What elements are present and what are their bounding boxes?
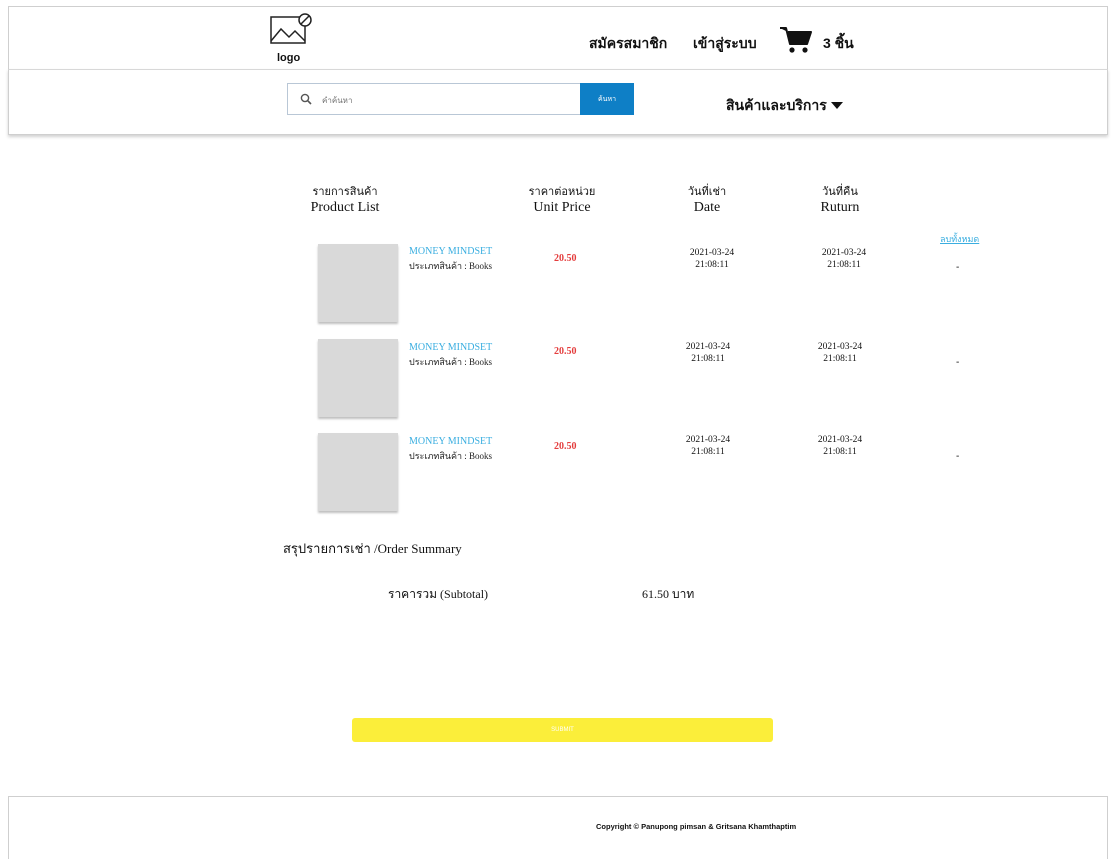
subtotal-value: 61.50 บาท	[642, 587, 695, 601]
product-name[interactable]: MONEY MINDSET	[409, 246, 492, 257]
product-price: 20.50	[554, 346, 577, 357]
submit-button[interactable]: SUBMIT	[352, 718, 773, 742]
rent-date-time: 21:08:11	[691, 354, 725, 364]
return-date: 2021-03-24 21:08:11	[809, 247, 879, 271]
search-icon	[300, 93, 312, 105]
return-date-time: 21:08:11	[823, 354, 857, 364]
product-type: ประเภทสินค้า : Books	[409, 261, 493, 271]
header-date-th: วันที่เช่า	[687, 186, 727, 198]
header-product-th: รายการสินค้า	[312, 186, 378, 198]
header-return-en: Ruturn	[820, 200, 860, 215]
product-thumbnail[interactable]	[318, 244, 398, 322]
return-date-time: 21:08:11	[823, 447, 857, 457]
order-summary-title: สรุปรายการเช่า /Order Summary	[283, 541, 462, 556]
row-action[interactable]: -	[956, 451, 959, 462]
product-thumbnail[interactable]	[318, 433, 398, 511]
header-return-th: วันที่คืน	[822, 186, 858, 198]
logo-label: logo	[277, 52, 301, 64]
return-date-time: 21:08:11	[827, 260, 861, 270]
register-link[interactable]: สมัครสมาชิก	[589, 33, 667, 55]
rent-date: 2021-03-24 21:08:11	[673, 434, 743, 458]
copyright-text: Copyright © Panupong pimsan & Gritsana K…	[596, 822, 797, 831]
search-button[interactable]: ค้นหา	[580, 83, 634, 115]
table-row: MONEY MINDSET ประเภทสินค้า : Books 20.50…	[0, 331, 1114, 421]
product-name[interactable]: MONEY MINDSET	[409, 436, 492, 447]
caret-down-icon	[830, 102, 843, 109]
login-link[interactable]: เข้าสู่ระบบ	[693, 33, 757, 55]
rent-date-day: 2021-03-24	[685, 342, 731, 352]
product-price: 20.50	[554, 253, 577, 264]
header-date-en: Date	[693, 200, 721, 215]
cart-count[interactable]: 3 ชิ้น	[823, 33, 854, 55]
row-action[interactable]: -	[956, 262, 959, 273]
subtotal-label: ราคารวม (Subtotal)	[388, 587, 489, 601]
return-date-day: 2021-03-24	[817, 435, 863, 445]
product-thumbnail[interactable]	[318, 339, 398, 417]
rent-date-day: 2021-03-24	[685, 435, 731, 445]
header-price-en: Unit Price	[533, 200, 591, 215]
product-type: ประเภทสินค้า : Books	[409, 451, 493, 461]
header-product-list: รายการสินค้า Product List	[300, 184, 390, 216]
header-unit-price: ราคาต่อหน่วย Unit Price	[517, 184, 607, 216]
header-date: วันที่เช่า Date	[662, 184, 752, 216]
services-menu[interactable]: สินค้าและบริการ	[726, 95, 843, 117]
search-input[interactable]	[320, 91, 564, 109]
rent-date-time: 21:08:11	[691, 447, 725, 457]
product-name[interactable]: MONEY MINDSET	[409, 342, 492, 353]
return-date-day: 2021-03-24	[817, 342, 863, 352]
rent-date-day: 2021-03-24	[689, 248, 735, 258]
return-date-day: 2021-03-24	[821, 248, 867, 258]
product-price: 20.50	[554, 441, 577, 452]
return-date: 2021-03-24 21:08:11	[805, 341, 875, 365]
header-product-en: Product List	[310, 200, 380, 215]
search-field[interactable]	[287, 83, 580, 115]
return-date: 2021-03-24 21:08:11	[805, 434, 875, 458]
cart-icon[interactable]	[779, 26, 813, 59]
rent-date: 2021-03-24 21:08:11	[673, 341, 743, 365]
header-price-th: ราคาต่อหน่วย	[528, 186, 596, 198]
product-type: ประเภทสินค้า : Books	[409, 357, 493, 367]
table-row: MONEY MINDSET ประเภทสินค้า : Books 20.50…	[0, 236, 1114, 326]
table-row: MONEY MINDSET ประเภทสินค้า : Books 20.50…	[0, 425, 1114, 515]
top-bar	[8, 6, 1108, 70]
services-menu-label: สินค้าและบริการ	[726, 97, 827, 113]
rent-date: 2021-03-24 21:08:11	[677, 247, 747, 271]
header-return: วันที่คืน Ruturn	[795, 184, 885, 216]
row-action[interactable]: -	[956, 357, 959, 368]
rent-date-time: 21:08:11	[695, 260, 729, 270]
footer	[8, 796, 1108, 859]
